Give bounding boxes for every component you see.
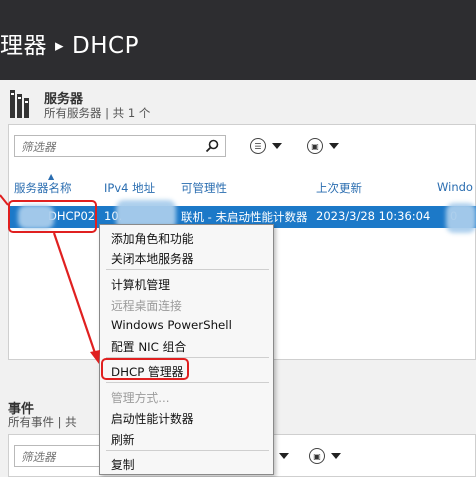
breadcrumb-prefix[interactable]: 理器 (0, 33, 47, 59)
menu-divider (106, 269, 269, 270)
server-icon (10, 90, 29, 118)
servers-subtitle: 所有服务器 | 共 1 个 (44, 106, 151, 120)
context-menu: 添加角色和功能 关闭本地服务器 计算机管理 远程桌面连接 Windows Pow… (99, 224, 274, 475)
list-view-button[interactable]: ☰ (250, 136, 282, 156)
menu-item-start-perf-counters[interactable]: 启动性能计数器 (111, 410, 194, 427)
col-header-last-update[interactable]: 上次更新 (316, 180, 362, 196)
title-bar: 理器 ▸ DHCP (0, 0, 476, 80)
events-list-view-button[interactable] (279, 446, 289, 466)
highlight-server-name (8, 200, 97, 233)
menu-item-remote-desktop: 远程桌面连接 (111, 299, 182, 313)
col-header-ipv4[interactable]: IPv4 地址 (104, 180, 155, 196)
col-header-manageability[interactable]: 可管理性 (181, 180, 227, 196)
col-header-windows[interactable]: Windo (437, 180, 473, 194)
col-header-name[interactable]: 服务器名称 (14, 180, 72, 196)
list-view-icon: ☰ (250, 138, 266, 154)
save-icon: ▣ (307, 138, 323, 154)
servers-filter-field[interactable] (14, 135, 226, 157)
save-query-button[interactable]: ▣ (307, 136, 339, 156)
events-filter-input[interactable] (15, 447, 99, 467)
menu-item-nic-teaming[interactable]: 配置 NIC 组合 (111, 338, 186, 355)
menu-divider (106, 382, 269, 383)
breadcrumb-separator-icon: ▸ (55, 36, 65, 56)
events-save-query-button[interactable]: ▣ (309, 446, 341, 466)
chevron-down-icon (272, 143, 282, 149)
breadcrumb: 理器 ▸ DHCP (0, 26, 139, 60)
highlight-dhcp-manager (101, 358, 189, 380)
menu-item-shutdown-server[interactable]: 关闭本地服务器 (111, 250, 194, 267)
menu-item-manage-as: 管理方式... (111, 391, 170, 405)
menu-item-add-roles[interactable]: 添加角色和功能 (111, 230, 194, 247)
chevron-down-icon (331, 453, 341, 459)
cell-manageability: 联机 - 未启动性能计数器 (181, 210, 308, 224)
menu-item-powershell[interactable]: Windows PowerShell (111, 318, 232, 332)
menu-item-refresh[interactable]: 刷新 (111, 431, 135, 448)
servers-filter-input[interactable] (15, 137, 225, 157)
menu-divider (106, 450, 269, 451)
chevron-down-icon (279, 453, 289, 459)
cell-last-update: 2023/3/28 10:36:04 (316, 209, 431, 223)
chevron-down-icon (329, 143, 339, 149)
events-subtitle: 所有事件 | 共 (8, 415, 77, 429)
breadcrumb-current: DHCP (72, 33, 139, 59)
search-icon[interactable] (205, 139, 219, 153)
save-icon: ▣ (309, 448, 325, 464)
menu-item-computer-management[interactable]: 计算机管理 (111, 276, 170, 293)
menu-item-copy[interactable]: 复制 (111, 456, 135, 473)
events-filter-field[interactable] (14, 445, 100, 467)
redaction-blur (446, 203, 476, 233)
